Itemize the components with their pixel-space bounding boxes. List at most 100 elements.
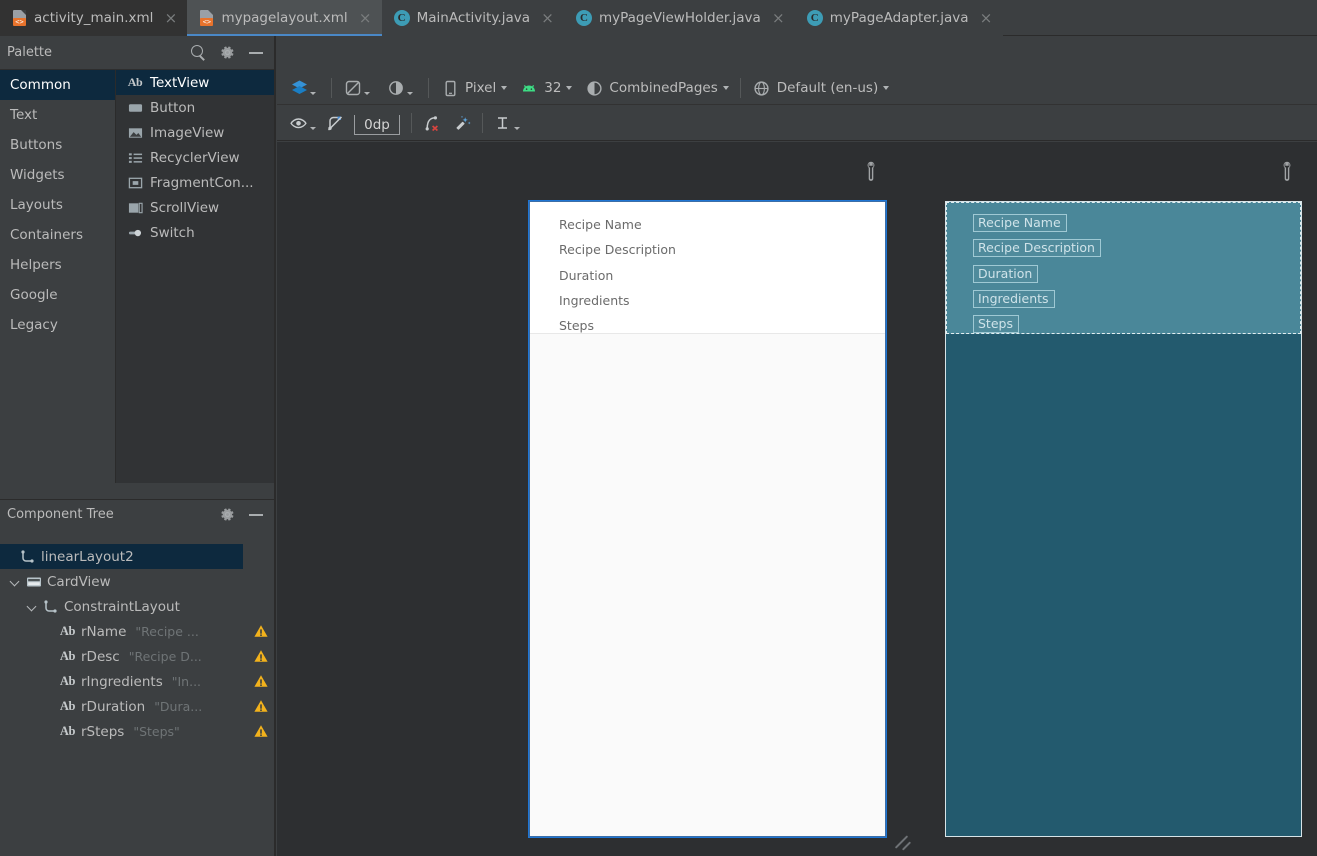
- device-icon: [440, 78, 460, 98]
- panel-splitter[interactable]: [274, 36, 276, 856]
- palette-item-switch[interactable]: Switch: [116, 220, 275, 245]
- warning-icon[interactable]: [252, 724, 269, 739]
- editor-tab-mypagelayout-xml[interactable]: <> mypagelayout.xml ×: [187, 0, 382, 36]
- palette-category-widgets[interactable]: Widgets: [0, 160, 115, 190]
- close-icon[interactable]: ×: [980, 10, 993, 26]
- design-surface-icon: [289, 78, 309, 98]
- editor-top-strip: [277, 36, 1317, 72]
- warning-icon[interactable]: [252, 674, 269, 689]
- warning-icon[interactable]: [252, 699, 269, 714]
- chevron-down-icon[interactable]: [25, 600, 39, 614]
- autoconnect-button[interactable]: [322, 110, 348, 136]
- tree-row-label: CardView: [47, 573, 111, 590]
- clear-constraints-button[interactable]: [417, 110, 447, 136]
- blueprint-label-steps[interactable]: Steps: [973, 315, 1019, 333]
- warning-icon[interactable]: [252, 649, 269, 664]
- chevron-down-icon: [310, 91, 316, 95]
- design-canvas[interactable]: Recipe Name Recipe Description Duration …: [277, 142, 1317, 856]
- device-label: Pixel: [465, 80, 497, 96]
- design-surface-options-wrench-icon[interactable]: [863, 161, 879, 181]
- palette-category-buttons[interactable]: Buttons: [0, 130, 115, 160]
- device-selector[interactable]: Pixel: [434, 75, 513, 101]
- preview-label-recipe-name[interactable]: Recipe Name: [559, 217, 642, 232]
- blueprint-label-duration[interactable]: Duration: [973, 265, 1039, 283]
- tree-row-constraintlayout[interactable]: ConstraintLayout: [0, 594, 275, 619]
- editor-tab-mainactivity-java[interactable]: C MainActivity.java ×: [381, 0, 564, 36]
- constraintlayout-icon: [41, 599, 60, 614]
- palette-item-fragmentcontainerview[interactable]: FragmentCon...: [116, 170, 275, 195]
- api-level-selector[interactable]: 32: [513, 75, 578, 101]
- blueprint-cardview[interactable]: Recipe Name Recipe Description Duration …: [946, 202, 1301, 334]
- minimize-icon[interactable]: [248, 44, 265, 61]
- chevron-down-icon: [407, 91, 413, 95]
- preview-label-recipe-description[interactable]: Recipe Description: [559, 242, 676, 257]
- close-icon[interactable]: ×: [772, 10, 785, 26]
- palette-item-label: Switch: [150, 224, 195, 241]
- textview-icon: Ab: [59, 624, 76, 638]
- tree-row-cardview[interactable]: CardView: [0, 569, 275, 594]
- resize-grip-icon[interactable]: [889, 825, 915, 851]
- tree-row-rname[interactable]: Ab rName "Recipe ...: [0, 619, 275, 644]
- palette-panel-header: Palette: [0, 36, 275, 69]
- preview-label-ingredients[interactable]: Ingredients: [559, 293, 630, 308]
- chevron-down-icon[interactable]: [8, 575, 22, 589]
- chevron-down-icon: [364, 91, 370, 95]
- orientation-button[interactable]: [337, 75, 380, 101]
- palette-item-textview[interactable]: Ab TextView: [116, 70, 275, 95]
- night-mode-button[interactable]: [380, 75, 423, 101]
- tree-row-rduration[interactable]: Ab rDuration "Dura...: [0, 694, 275, 719]
- minimize-icon[interactable]: [248, 506, 265, 523]
- tree-row-linearlayout2[interactable]: linearLayout2: [0, 544, 243, 569]
- palette-category-containers[interactable]: Containers: [0, 220, 115, 250]
- blueprint-preview-surface[interactable]: Recipe Name Recipe Description Duration …: [945, 201, 1302, 837]
- palette-category-common[interactable]: Common: [0, 70, 115, 100]
- guidelines-button[interactable]: [488, 110, 527, 136]
- editor-tab-mypageadapter-java[interactable]: C myPageAdapter.java ×: [794, 0, 1003, 36]
- tree-row-label: rDesc: [81, 648, 120, 665]
- default-margin-value[interactable]: 0dp: [354, 115, 400, 135]
- preview-label-duration[interactable]: Duration: [559, 268, 613, 283]
- gear-icon[interactable]: [219, 44, 236, 61]
- textview-icon: Ab: [59, 724, 76, 738]
- close-icon[interactable]: ×: [164, 10, 178, 26]
- blueprint-label-ingredients[interactable]: Ingredients: [973, 290, 1055, 308]
- palette-category-helpers[interactable]: Helpers: [0, 250, 115, 280]
- palette-component-list: Ab TextView Button ImageView RecyclerVie…: [116, 70, 275, 483]
- blueprint-label-recipe-name[interactable]: Recipe Name: [973, 214, 1067, 232]
- search-icon[interactable]: [190, 44, 207, 61]
- close-icon[interactable]: ×: [541, 10, 554, 26]
- design-surface-button[interactable]: [283, 75, 326, 101]
- palette-item-imageview[interactable]: ImageView: [116, 120, 275, 145]
- fragmentcontainer-icon: [127, 175, 143, 190]
- warning-icon[interactable]: [252, 624, 269, 639]
- palette-category-text[interactable]: Text: [0, 100, 115, 130]
- gear-icon[interactable]: [219, 506, 236, 523]
- palette-item-recyclerview[interactable]: RecyclerView: [116, 145, 275, 170]
- close-icon[interactable]: ×: [359, 10, 372, 26]
- tree-row-ringredients[interactable]: Ab rIngredients "In...: [0, 669, 275, 694]
- palette-item-scrollview[interactable]: ScrollView: [116, 195, 275, 220]
- toolbar-separator: [411, 113, 412, 133]
- theme-selector[interactable]: CombinedPages: [578, 75, 734, 101]
- palette-item-button[interactable]: Button: [116, 95, 275, 120]
- toolbar-separator: [482, 113, 483, 133]
- editor-tab-mypageviewholder-java[interactable]: C myPageViewHolder.java ×: [563, 0, 795, 36]
- cardview-preview[interactable]: Recipe Name Recipe Description Duration …: [530, 202, 885, 334]
- design-preview-surface[interactable]: Recipe Name Recipe Description Duration …: [529, 201, 886, 837]
- show-constraints-button[interactable]: [285, 110, 322, 136]
- editor-tab-activity-main-xml[interactable]: <> activity_main.xml ×: [0, 0, 188, 36]
- locale-selector[interactable]: Default (en-us): [746, 75, 895, 101]
- preview-label-steps[interactable]: Steps: [559, 318, 594, 333]
- palette-category-label: Layouts: [10, 197, 63, 213]
- palette-category-google[interactable]: Google: [0, 280, 115, 310]
- tree-row-rsteps[interactable]: Ab rSteps "Steps": [0, 719, 275, 744]
- palette-category-legacy[interactable]: Legacy: [0, 310, 115, 340]
- blueprint-label-recipe-description[interactable]: Recipe Description: [973, 239, 1101, 257]
- chevron-down-icon: [566, 86, 573, 90]
- tree-row-rdesc[interactable]: Ab rDesc "Recipe D...: [0, 644, 275, 669]
- blueprint-surface-options-wrench-icon[interactable]: [1279, 161, 1295, 181]
- palette-category-layouts[interactable]: Layouts: [0, 190, 115, 220]
- textview-icon: Ab: [127, 75, 143, 89]
- infer-constraints-button[interactable]: [447, 110, 477, 136]
- tree-row-value: "In...: [171, 674, 202, 689]
